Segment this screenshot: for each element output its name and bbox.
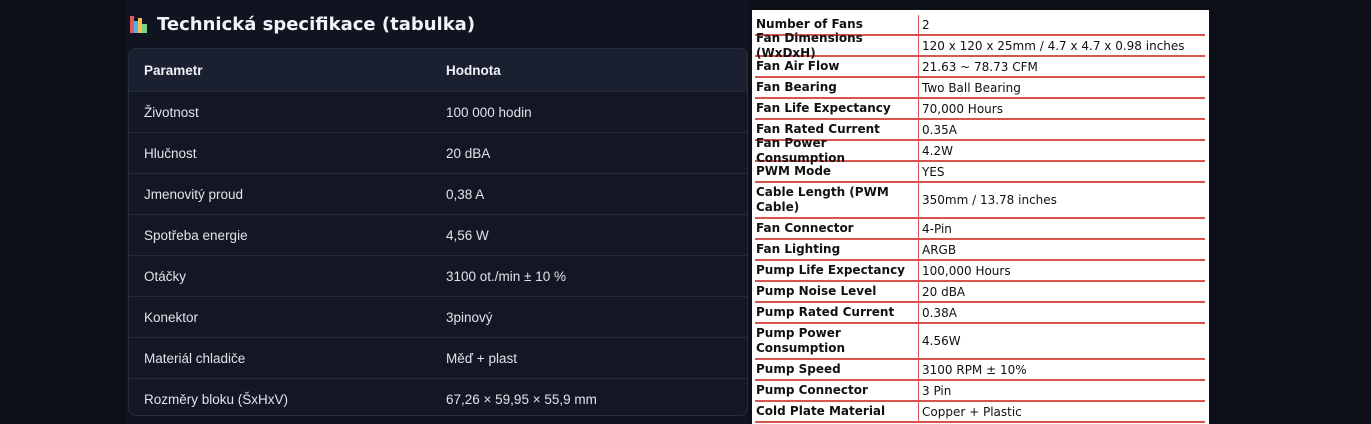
spec-row: Pump Connector 3 Pin bbox=[755, 381, 1205, 402]
spec-row: Fan Dimensions (WxDxH) 120 x 120 x 25mm /… bbox=[755, 31, 1205, 60]
english-spec-panel: Number of Fans 2 Fan Dimensions (WxDxH) 120… bbox=[752, 10, 1209, 424]
spec-key: Pump Speed bbox=[755, 360, 919, 379]
spec-key: Pump Power Consumption bbox=[755, 324, 919, 358]
spec-key: Pump Rated Current bbox=[755, 303, 919, 322]
param-value: 20 dBA bbox=[446, 145, 491, 161]
table-header-row: Parametr Hodnota bbox=[129, 49, 747, 91]
table-row: Rozměry bloku (ŠxHxV) 67,26 × 59,95 × 55,… bbox=[129, 378, 747, 415]
spec-key: Fan Power Consumption bbox=[755, 136, 919, 165]
spec-value: 120 x 120 x 25mm / 4.7 x 4.7 x 0.98 inch… bbox=[922, 38, 1185, 53]
param-value: 100 000 hodin bbox=[446, 104, 532, 120]
spec-value: 0.38A bbox=[922, 305, 957, 320]
spec-key: Pump Life Expectancy bbox=[755, 261, 919, 280]
spec-value: 20 dBA bbox=[922, 284, 966, 299]
spec-row: Fan Life Expectancy 70,000 Hours bbox=[755, 99, 1205, 120]
table-row: Materiál chladiče Měď + plast bbox=[129, 337, 747, 378]
spec-row: Pump Noise Level 20 dBA bbox=[755, 282, 1205, 303]
spec-value: 350mm / 13.78 inches bbox=[922, 193, 1057, 207]
spec-row: Fan Connector 4-Pin bbox=[755, 219, 1205, 240]
table-row: Hlučnost 20 dBA bbox=[129, 132, 747, 173]
spec-value: 100,000 Hours bbox=[922, 263, 1011, 278]
spec-row: Fan Power Consumption 4.2W bbox=[755, 136, 1205, 165]
spec-value: 4-Pin bbox=[922, 221, 952, 236]
spec-value: 70,000 Hours bbox=[922, 101, 1003, 116]
spec-value: Two Ball Bearing bbox=[922, 80, 1021, 95]
spec-key: Cold Plate Material bbox=[755, 402, 919, 421]
header-parameter: Parametr bbox=[144, 62, 203, 78]
param-name: Otáčky bbox=[144, 268, 187, 284]
spec-row: Pump Life Expectancy 100,000 Hours bbox=[755, 261, 1205, 282]
spec-heading: Technická specifikace (tabulka) bbox=[130, 10, 475, 38]
spec-value: Copper + Plastic bbox=[922, 404, 1022, 419]
table-row: Jmenovitý proud 0,38 A bbox=[129, 173, 747, 214]
param-name: Materiál chladiče bbox=[144, 350, 246, 366]
spec-key: Fan Dimensions (WxDxH) bbox=[755, 31, 919, 60]
spec-value: 4.56W bbox=[922, 334, 961, 348]
param-value: 3100 ot./min ± 10 % bbox=[446, 268, 566, 284]
spec-row: Pump Power Consumption 4.56W bbox=[755, 324, 1205, 360]
spec-value: 3 Pin bbox=[922, 383, 952, 398]
param-value: 3pinový bbox=[446, 309, 493, 325]
spec-value: 2 bbox=[922, 17, 930, 32]
spec-value: 21.63 ~ 78.73 CFM bbox=[922, 59, 1038, 74]
header-value: Hodnota bbox=[446, 62, 501, 78]
spec-value: 3100 RPM ± 10% bbox=[922, 362, 1027, 377]
czech-spec-table: Parametr Hodnota Životnost 100 000 hodin H… bbox=[128, 48, 748, 416]
spec-row: PWM Mode YES bbox=[755, 162, 1205, 183]
bar-chart-icon bbox=[130, 15, 147, 33]
param-name: Rozměry bloku (ŠxHxV) bbox=[144, 391, 289, 407]
param-name: Hlučnost bbox=[144, 145, 197, 161]
czech-spec-panel: Technická specifikace (tabulka) Parametr… bbox=[126, 0, 748, 424]
table-row: Konektor 3pinový bbox=[129, 296, 747, 337]
spec-value: 4.2W bbox=[922, 143, 953, 158]
spec-row: Fan Bearing Two Ball Bearing bbox=[755, 78, 1205, 99]
spec-row: Cable Length (PWM Cable) 350mm / 13.78 in… bbox=[755, 183, 1205, 219]
spec-row: Cold Plate Material Copper + Plastic bbox=[755, 402, 1205, 423]
english-spec-table: Number of Fans 2 Fan Dimensions (WxDxH) 120… bbox=[755, 15, 1205, 423]
table-row: Spotřeba energie 4,56 W bbox=[129, 214, 747, 255]
spec-value: ARGB bbox=[922, 242, 957, 257]
param-value: Měď + plast bbox=[446, 350, 517, 366]
spec-key: PWM Mode bbox=[755, 162, 919, 181]
spec-value: YES bbox=[922, 164, 945, 179]
spec-key: Pump Noise Level bbox=[755, 282, 919, 301]
spec-heading-text: Technická specifikace (tabulka) bbox=[157, 13, 476, 35]
spec-key: Fan Connector bbox=[755, 219, 919, 238]
param-value: 4,56 W bbox=[446, 227, 489, 243]
spec-key: Fan Bearing bbox=[755, 78, 919, 97]
spec-row: Fan Lighting ARGB bbox=[755, 240, 1205, 261]
param-name: Jmenovitý proud bbox=[144, 186, 244, 202]
spec-key: Cable Length (PWM Cable) bbox=[755, 183, 919, 217]
spec-value: 0.35A bbox=[922, 122, 957, 137]
table-row: Otáčky 3100 ot./min ± 10 % bbox=[129, 255, 747, 296]
spec-row: Pump Rated Current 0.38A bbox=[755, 303, 1205, 324]
spec-row: Fan Air Flow 21.63 ~ 78.73 CFM bbox=[755, 57, 1205, 78]
param-name: Konektor bbox=[144, 309, 199, 325]
spec-key: Pump Connector bbox=[755, 381, 919, 400]
spec-row: Pump Speed 3100 RPM ± 10% bbox=[755, 360, 1205, 381]
table-row: Životnost 100 000 hodin bbox=[129, 91, 747, 132]
spec-key: Fan Lighting bbox=[755, 240, 919, 259]
spec-key: Fan Air Flow bbox=[755, 57, 919, 76]
param-name: Spotřeba energie bbox=[144, 227, 248, 243]
spec-key: Fan Life Expectancy bbox=[755, 99, 919, 118]
param-value: 0,38 A bbox=[446, 186, 485, 202]
param-name: Životnost bbox=[144, 104, 199, 120]
param-value: 67,26 × 59,95 × 55,9 mm bbox=[446, 391, 597, 407]
